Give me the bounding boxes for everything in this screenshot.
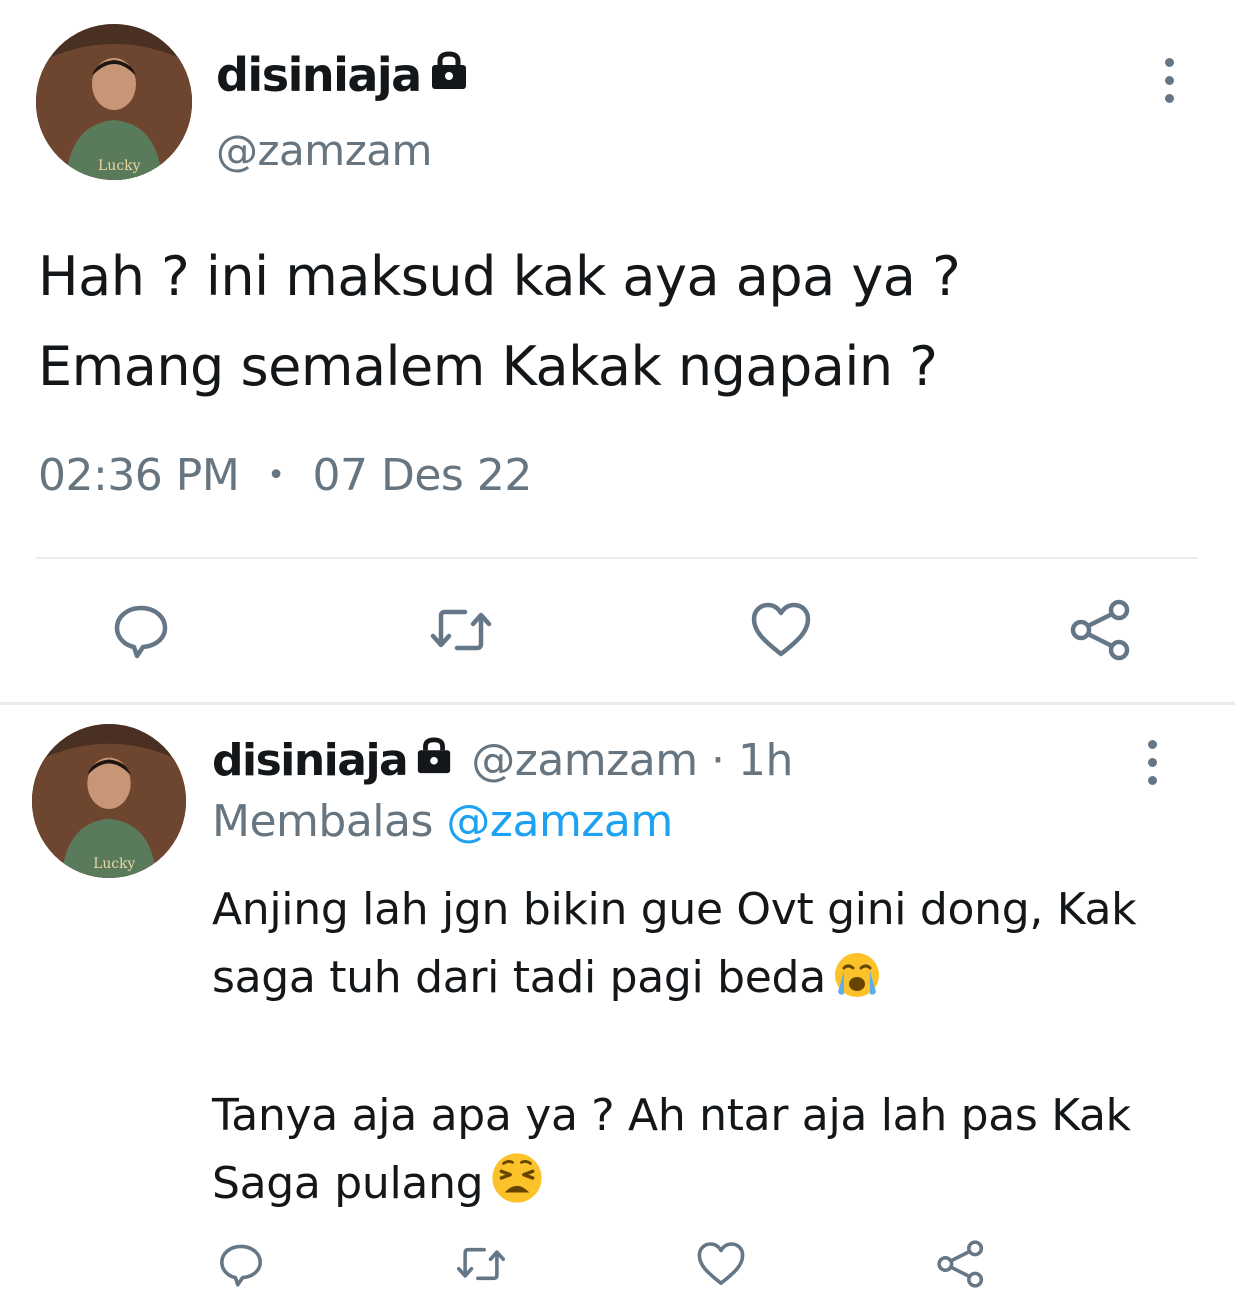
tweet-paragraph-text: Anjing lah jgn bikin gue Ovt gini dong, … bbox=[212, 884, 1137, 1003]
reply-button[interactable] bbox=[196, 1240, 286, 1288]
divider bbox=[36, 557, 1198, 559]
more-options-icon[interactable] bbox=[1165, 58, 1174, 103]
reply-icon bbox=[114, 605, 168, 659]
retweet-icon bbox=[456, 1247, 506, 1281]
like-button[interactable] bbox=[726, 600, 836, 660]
reply-icon bbox=[220, 1244, 262, 1287]
tweet-date: 07 Des 22 bbox=[312, 450, 533, 501]
share-icon bbox=[937, 1240, 984, 1288]
tweet-text-line: Hah ? ini maksud kak aya apa ya ? bbox=[38, 245, 961, 308]
tweet-timestamp[interactable]: 02:36 PM • 07 Des 22 bbox=[38, 450, 532, 501]
share-button[interactable] bbox=[916, 1239, 1006, 1289]
tweet-paragraph: Anjing lah jgn bikin gue Ovt gini dong, … bbox=[212, 876, 1172, 1020]
tweet-paragraph: Tanya aja apa ya ? Ah ntar aja lah pas K… bbox=[212, 1082, 1172, 1226]
tweet-text-line: Emang semalem Kakak ngapain ? bbox=[38, 335, 938, 398]
retweet-button[interactable] bbox=[436, 1240, 526, 1288]
tweet-paragraph-text: Tanya aja apa ya ? Ah ntar aja lah pas K… bbox=[212, 1090, 1131, 1209]
svg-text:Lucky: Lucky bbox=[93, 856, 135, 872]
replying-to: Membalas @zamzam bbox=[212, 796, 673, 847]
display-name[interactable]: disiniaja bbox=[212, 735, 409, 786]
avatar[interactable]: Lucky bbox=[32, 724, 186, 878]
replying-prefix: Membalas bbox=[212, 796, 433, 847]
lock-icon bbox=[429, 48, 469, 102]
handle[interactable]: @zamzam bbox=[216, 126, 432, 175]
like-icon bbox=[697, 1242, 745, 1285]
display-name[interactable]: disiniaja bbox=[216, 48, 469, 102]
retweet-icon bbox=[430, 609, 492, 651]
handle-and-time[interactable]: @zamzam · 1h bbox=[471, 735, 793, 786]
retweet-button[interactable] bbox=[406, 600, 516, 660]
reply-button[interactable] bbox=[86, 600, 196, 660]
more-options-icon[interactable] bbox=[1148, 740, 1157, 785]
share-icon bbox=[1070, 599, 1130, 661]
action-bar bbox=[86, 590, 1156, 670]
like-icon bbox=[751, 602, 811, 657]
lock-icon bbox=[415, 735, 453, 786]
loudly-crying-face-icon bbox=[832, 950, 882, 1020]
tweet-time: 02:36 PM bbox=[38, 450, 240, 501]
section-divider bbox=[0, 702, 1235, 705]
share-button[interactable] bbox=[1046, 598, 1156, 662]
display-name-text: disiniaja bbox=[216, 48, 422, 102]
mention-link[interactable]: @zamzam bbox=[446, 796, 673, 847]
action-bar bbox=[196, 1234, 1006, 1294]
separator-dot: • bbox=[267, 458, 285, 493]
tweet-text: Anjing lah jgn bikin gue Ovt gini dong, … bbox=[212, 876, 1172, 1226]
like-button[interactable] bbox=[676, 1240, 766, 1288]
svg-text:Lucky: Lucky bbox=[98, 158, 141, 174]
avatar[interactable]: Lucky bbox=[36, 24, 192, 180]
weary-face-icon bbox=[489, 1150, 545, 1226]
tweet-text: Hah ? ini maksud kak aya apa ya ? Emang … bbox=[38, 232, 1188, 412]
reply-header: disiniaja @zamzam · 1h bbox=[212, 735, 793, 786]
